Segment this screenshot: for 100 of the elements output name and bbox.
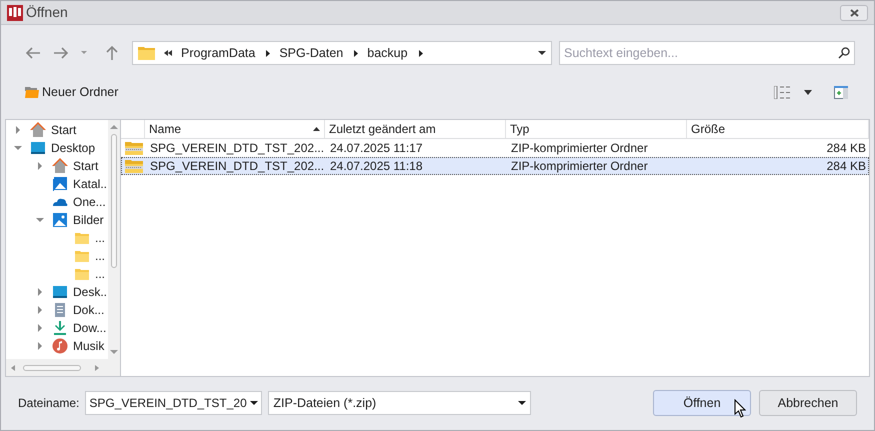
scroll-arrow-icon[interactable]	[110, 123, 118, 131]
folder-icon	[138, 46, 155, 60]
breadcrumb-arrow-icon[interactable]	[418, 50, 423, 56]
tree-item[interactable]: ...	[6, 229, 108, 247]
tree-label: Bilder	[73, 212, 104, 229]
document-icon	[52, 302, 68, 318]
tree-label: Musik	[73, 338, 104, 355]
tree-label: Start	[73, 158, 98, 175]
breadcrumb-item[interactable]: backup	[367, 44, 408, 62]
table-cell-text: 284 KB	[826, 158, 867, 175]
music-note-icon	[52, 338, 68, 354]
table-cell-text: ZIP-komprimierter Ordner	[510, 140, 649, 157]
breadcrumb-item[interactable]: SPG-Daten	[279, 44, 344, 62]
tree-item[interactable]: Bilder	[6, 211, 108, 229]
file-row[interactable]: SPG_VEREIN_DTD_TST_202... 24.07.2025 11:18 ZIP-komprimierter Ordner 284 KB	[121, 157, 869, 175]
scrollbar-thumb[interactable]	[111, 134, 117, 268]
tree-item[interactable]: Katal..	[6, 175, 108, 193]
expand-arrow-icon[interactable]	[36, 342, 44, 350]
tree-label: ...	[95, 230, 106, 247]
dropdown-arrow-icon[interactable]	[250, 399, 258, 407]
close-button[interactable]	[840, 4, 868, 20]
tree-label: Start	[51, 122, 76, 139]
forward-arrow-icon[interactable]	[53, 46, 69, 60]
expand-arrow-icon[interactable]	[14, 126, 22, 134]
table-cell-text: 24.07.2025 11:18	[329, 158, 424, 175]
expand-arrow-icon[interactable]	[36, 306, 44, 314]
folder-icon	[74, 248, 90, 264]
new-folder-button[interactable]: Neuer Ordner	[25, 82, 118, 102]
image-icon	[52, 212, 68, 228]
tree-item[interactable]: Dow...	[6, 319, 108, 337]
tree-label: Desktop	[51, 140, 96, 157]
tree-label: Desk..	[73, 284, 108, 301]
vertical-scrollbar[interactable]	[108, 120, 120, 359]
monitor-icon	[30, 140, 46, 156]
close-icon	[850, 8, 858, 16]
expand-arrow-icon[interactable]	[36, 288, 44, 296]
open-button[interactable]: Öffnen	[653, 390, 751, 416]
search-icon[interactable]	[838, 47, 850, 59]
window-title: Öffnen	[26, 3, 68, 22]
address-bar[interactable]: ProgramData SPG-Daten backup	[132, 41, 552, 65]
breadcrumb-arrow-icon[interactable]	[266, 50, 270, 56]
collapse-arrow-icon[interactable]	[14, 144, 22, 152]
column-header[interactable]: Typ	[506, 120, 687, 138]
table-cell-text: 24.07.2025 11:17	[329, 140, 424, 157]
tree-item[interactable]: Desk..	[6, 283, 108, 301]
table-cell-text: SPG_VEREIN_DTD_TST_202...	[149, 158, 326, 175]
table-cell-text: ZIP-komprimierter Ordner	[510, 158, 649, 175]
expand-arrow-icon[interactable]	[36, 162, 44, 170]
breadcrumb-arrow-icon[interactable]	[354, 50, 358, 56]
dropdown-arrow-icon[interactable]	[518, 399, 526, 407]
tree-label: Dow...	[73, 320, 106, 337]
horizontal-scrollbar[interactable]	[6, 359, 120, 376]
tree-item[interactable]: One...	[6, 193, 108, 211]
dropdown-arrow-icon[interactable]	[538, 49, 546, 57]
file-row[interactable]: SPG_VEREIN_DTD_TST_202... 24.07.2025 11:17 ZIP-komprimierter Ordner 284 KB	[121, 139, 869, 157]
zip-folder-icon	[124, 140, 144, 156]
monitor-icon	[52, 284, 68, 300]
folder-icon	[25, 86, 39, 98]
tree-item[interactable]: ...	[6, 247, 108, 265]
scroll-arrow-icon[interactable]	[9, 364, 17, 372]
tree-item[interactable]: Start	[6, 121, 108, 139]
tree-label: Dok...	[73, 302, 104, 319]
column-header[interactable]: Größe	[687, 120, 869, 138]
house-icon	[52, 158, 68, 174]
file-type-combo[interactable]: ZIP-Dateien (*.zip)	[268, 391, 532, 415]
sort-arrow-icon	[313, 127, 320, 131]
history-dropdown-icon[interactable]	[81, 51, 87, 55]
preview-pane-icon[interactable]	[834, 86, 848, 98]
table-cell-text: SPG_VEREIN_DTD_TST_202...	[149, 140, 326, 157]
tree-item[interactable]: Musik	[6, 337, 108, 355]
tree-label: ...	[95, 248, 106, 265]
breadcrumb-item[interactable]: ProgramData	[181, 44, 256, 62]
tree-item[interactable]: Desktop	[6, 139, 108, 157]
filename-combo[interactable]: SPG_VEREIN_DTD_TST_20	[85, 391, 262, 415]
zip-folder-icon	[124, 158, 144, 174]
column-header[interactable]: Name	[145, 120, 325, 138]
scrollbar-thumb[interactable]	[23, 364, 81, 370]
up-arrow-icon[interactable]	[105, 45, 119, 61]
app-logo-icon	[7, 4, 23, 20]
cancel-button[interactable]: Abbrechen	[759, 390, 857, 416]
column-header[interactable]: Zuletzt geändert am	[325, 120, 506, 138]
tree-label: Katal..	[73, 176, 108, 193]
tree-item[interactable]: ...	[6, 265, 108, 283]
table-cell-text: 284 KB	[826, 140, 867, 157]
expand-arrow-icon[interactable]	[36, 324, 44, 332]
tree-item[interactable]: Start	[6, 157, 108, 175]
filename-label: Dateiname:	[18, 395, 80, 412]
expand-arrow-icon[interactable]	[93, 364, 101, 372]
view-list-icon[interactable]	[774, 86, 790, 98]
folder-icon	[74, 266, 90, 282]
folder-icon	[74, 230, 90, 246]
download-icon	[52, 320, 68, 336]
dropdown-arrow-icon[interactable]	[804, 90, 812, 94]
search-field[interactable]: Suchtext eingeben...	[559, 41, 855, 65]
tree-item[interactable]: Dok...	[6, 301, 108, 319]
back-arrow-icon[interactable]	[25, 46, 41, 60]
collapse-arrow-icon[interactable]	[36, 216, 44, 224]
overflow-chevron-icon[interactable]	[164, 50, 172, 56]
tree-label: ...	[95, 266, 106, 283]
house-icon	[30, 122, 46, 138]
